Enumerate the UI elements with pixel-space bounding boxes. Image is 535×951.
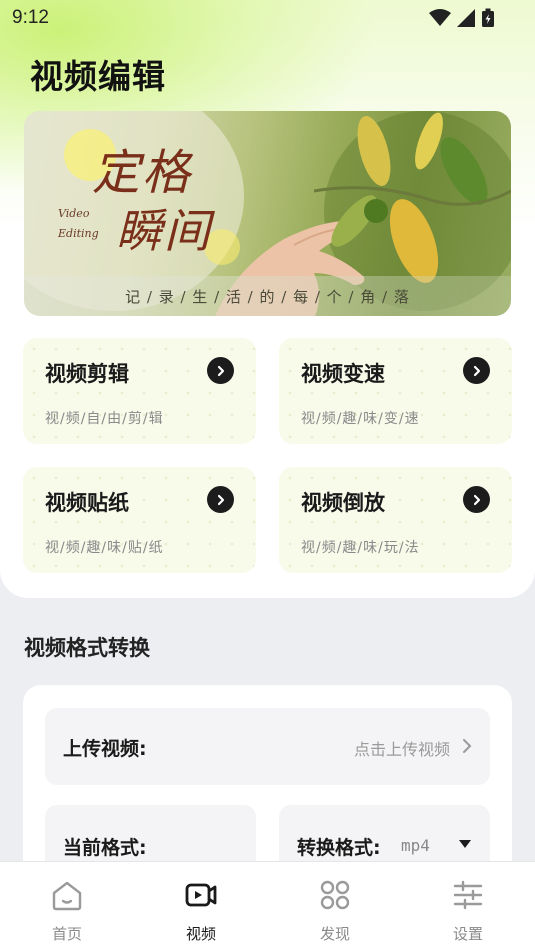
- feature-title: 视频剪辑: [45, 362, 129, 386]
- video-icon: [185, 883, 217, 907]
- caret-down-icon: [459, 840, 471, 848]
- wifi-icon: [429, 9, 451, 26]
- settings-icon: [453, 880, 483, 910]
- feature-title: 视频变速: [301, 362, 385, 386]
- status-bar: 9:12: [0, 0, 535, 36]
- page-title: 视频编辑: [30, 57, 166, 96]
- nav-home[interactable]: 首页: [0, 862, 134, 951]
- arrow-right-icon: [207, 357, 234, 384]
- arrow-right-icon: [463, 357, 490, 384]
- section-title-format-convert: 视频格式转换: [24, 636, 150, 660]
- banner-tagline-strip: 记 / 录 / 生 / 活 / 的 / 每 / 个 / 角 / 落: [24, 276, 511, 316]
- nav-video[interactable]: 视频: [134, 862, 268, 951]
- target-format-value: mp4: [401, 836, 430, 855]
- feature-card-video-reverse[interactable]: 视频倒放 视/频/趣/味/玩/法: [279, 467, 512, 573]
- feature-card-video-sticker[interactable]: 视频贴纸 视/频/趣/味/贴/纸: [23, 467, 256, 573]
- upload-video-row[interactable]: 上传视频: 点击上传视频: [45, 708, 490, 785]
- target-format-label: 转换格式:: [297, 837, 381, 859]
- feature-title: 视频倒放: [301, 491, 385, 515]
- feature-subtitle: 视/频/趣/味/变/速: [301, 411, 420, 427]
- signal-icon: [457, 9, 475, 27]
- feature-title: 视频贴纸: [45, 491, 129, 515]
- arrow-right-icon: [207, 486, 234, 513]
- banner-en-line2: Editing: [58, 227, 99, 240]
- nav-discover[interactable]: 发现: [268, 862, 402, 951]
- banner-tagline: 记 / 录 / 生 / 活 / 的 / 每 / 个 / 角 / 落: [125, 287, 410, 306]
- upload-hint: 点击上传视频: [353, 740, 450, 759]
- feature-subtitle: 视/频/趣/味/玩/法: [301, 540, 420, 556]
- feature-subtitle: 视/频/自/由/剪/辑: [45, 411, 164, 427]
- nav-label: 视频: [185, 925, 216, 943]
- chevron-right-icon: [463, 739, 472, 753]
- hero-banner[interactable]: 定格 瞬间 Video Editing 记 / 录 / 生 / 活 / 的 / …: [24, 111, 511, 316]
- battery-icon: [482, 8, 494, 27]
- status-icons: [429, 8, 495, 28]
- banner-en-line1: Video: [58, 207, 90, 220]
- nav-label: 首页: [51, 925, 82, 943]
- discover-icon: [320, 880, 350, 910]
- upload-label: 上传视频:: [63, 738, 147, 760]
- current-format-label: 当前格式:: [63, 837, 147, 859]
- nav-label: 发现: [319, 925, 350, 943]
- banner-title-line1: 定格: [92, 145, 193, 201]
- arrow-right-icon: [463, 486, 490, 513]
- feature-card-video-speed[interactable]: 视频变速 视/频/趣/味/变/速: [279, 338, 512, 444]
- banner-title-line2: 瞬间: [116, 204, 212, 258]
- nav-label: 设置: [452, 925, 483, 943]
- feature-subtitle: 视/频/趣/味/贴/纸: [45, 540, 164, 556]
- feature-card-video-cut[interactable]: 视频剪辑 视/频/自/由/剪/辑: [23, 338, 256, 444]
- nav-settings[interactable]: 设置: [401, 862, 535, 951]
- bottom-nav: 首页 视频 发现 设置: [0, 861, 535, 951]
- status-time: 9:12: [12, 7, 49, 28]
- home-icon: [52, 881, 82, 911]
